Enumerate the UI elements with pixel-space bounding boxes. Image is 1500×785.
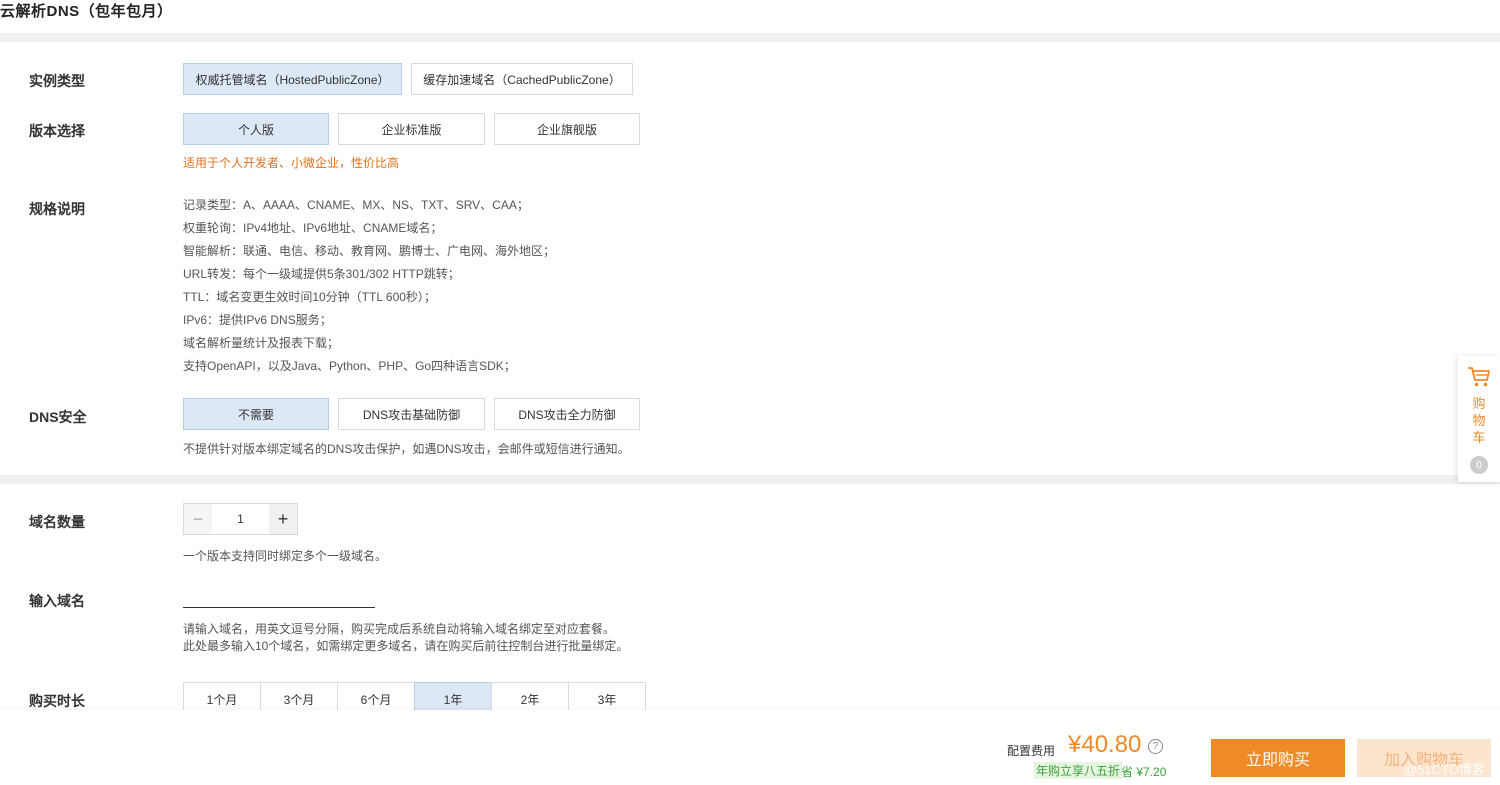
discount-badge: 年购立享八五折 xyxy=(1034,762,1123,779)
edition-label: 版本选择 xyxy=(29,123,85,139)
dns-security-full-option[interactable]: DNS攻击全力防御 xyxy=(494,398,640,430)
cart-count-badge: 0 xyxy=(1470,456,1488,474)
floating-cart[interactable]: 购物车 0 xyxy=(1458,356,1500,482)
section-divider xyxy=(0,475,1500,484)
domain-count-stepper: − 1 + xyxy=(183,503,298,535)
edition-personal-option[interactable]: 个人版 xyxy=(183,113,329,145)
question-circle-icon[interactable]: ? xyxy=(1148,739,1163,754)
domain-input-hint-limit: 此处最多输入10个域名，如需绑定更多域名，请在购买后前往控制台进行批量绑定。 xyxy=(183,639,629,653)
spec-line: URL转发：每个一级域提供5条301/302 HTTP跳转； xyxy=(183,267,460,281)
spec-line: 智能解析：联通、电信、移动、教育网、鹏博士、广电网、海外地区； xyxy=(183,244,556,258)
instance-type-label: 实例类型 xyxy=(29,73,85,89)
domain-count-value[interactable]: 1 xyxy=(212,504,269,534)
domain-input-hint: 请输入域名，用英文逗号分隔，购买完成后系统自动将输入域名绑定至对应套餐。 xyxy=(183,622,616,636)
domain-count-hint: 一个版本支持同时绑定多个一级域名。 xyxy=(183,549,388,563)
section-divider xyxy=(0,33,1500,42)
page-title: 云解析DNS（包年包月） xyxy=(0,3,173,20)
increment-button[interactable]: + xyxy=(269,504,297,534)
fee-label: 配置费用 xyxy=(1007,744,1056,758)
shopping-cart-icon xyxy=(1467,366,1491,393)
floating-cart-label: 购物车 xyxy=(1472,396,1486,445)
save-amount: 省 ¥7.20 xyxy=(1121,765,1167,779)
buy-now-button[interactable]: 立即购买 xyxy=(1211,739,1345,777)
dns-security-label: DNS安全 xyxy=(29,409,87,425)
domain-input-label: 输入域名 xyxy=(29,593,85,609)
edition-hint: 适用于个人开发者、小微企业，性价比高 xyxy=(183,156,400,170)
spec-label: 规格说明 xyxy=(29,201,85,217)
fee-price: ¥40.80 xyxy=(1068,731,1142,758)
decrement-button[interactable]: − xyxy=(184,504,212,534)
dns-security-basic-option[interactable]: DNS攻击基础防御 xyxy=(338,398,485,430)
edition-enterprise-standard-option[interactable]: 企业标准版 xyxy=(338,113,485,145)
domain-input[interactable] xyxy=(183,586,375,608)
edition-enterprise-ultimate-option[interactable]: 企业旗舰版 xyxy=(494,113,640,145)
spec-line: 域名解析量统计及报表下载； xyxy=(183,336,340,350)
spec-line: 记录类型：A、AAAA、CNAME、MX、NS、TXT、SRV、CAA； xyxy=(183,198,529,212)
spec-line: 权重轮询：IPv4地址、IPv6地址、CNAME域名； xyxy=(183,221,443,235)
instance-type-hosted-option[interactable]: 权威托管域名（HostedPublicZone） xyxy=(183,63,402,95)
spec-line: IPv6：提供IPv6 DNS服务； xyxy=(183,313,332,327)
spec-line: 支持OpenAPI，以及Java、Python、PHP、Go四种语言SDK； xyxy=(183,359,516,373)
dns-security-hint: 不提供针对版本绑定域名的DNS攻击保护，如遇DNS攻击，会邮件或短信进行通知。 xyxy=(183,442,630,456)
spec-line: TTL：域名变更生效时间10分钟（TTL 600秒）； xyxy=(183,290,436,304)
instance-type-cached-option[interactable]: 缓存加速域名（CachedPublicZone） xyxy=(411,63,633,95)
watermark: @51CTO博客 xyxy=(1404,762,1485,777)
dns-security-none-option[interactable]: 不需要 xyxy=(183,398,329,430)
duration-label: 购买时长 xyxy=(29,693,85,709)
spec-list: 记录类型：A、AAAA、CNAME、MX、NS、TXT、SRV、CAA； 权重轮… xyxy=(183,197,555,381)
domain-count-label: 域名数量 xyxy=(29,514,85,530)
